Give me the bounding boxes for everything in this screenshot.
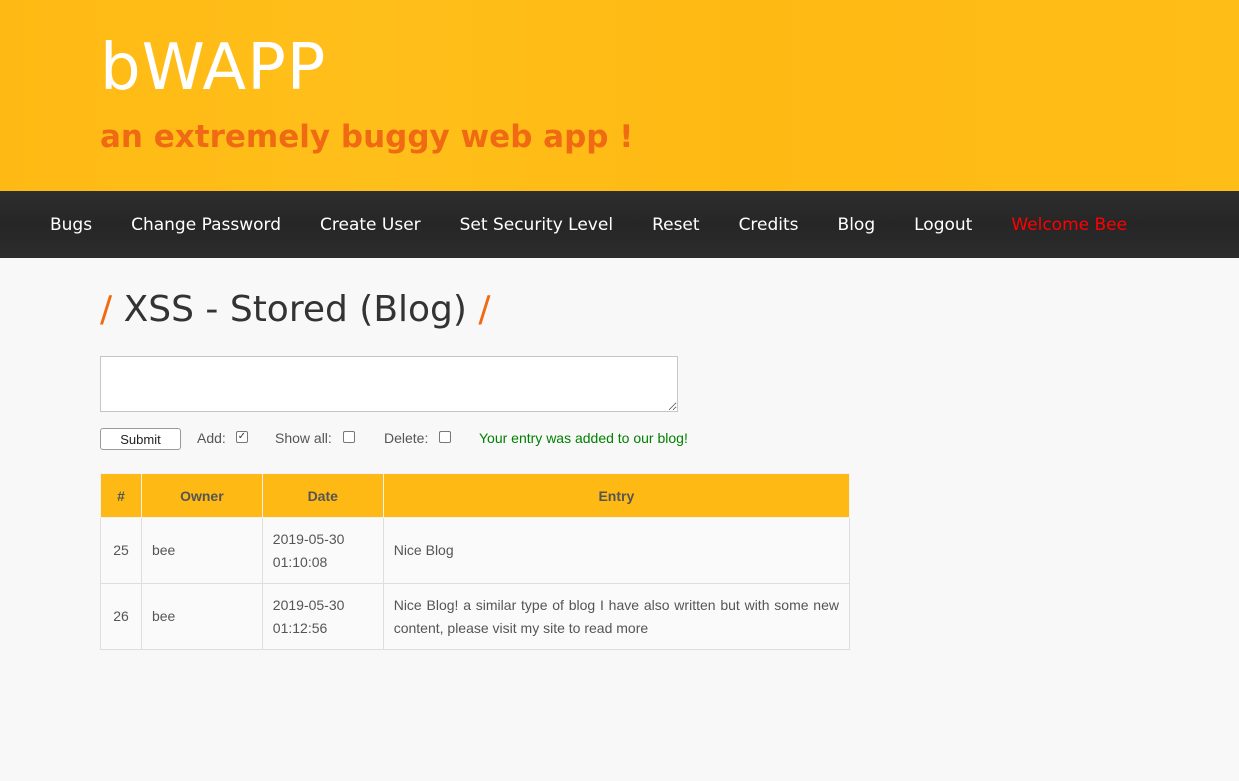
menu-item-logout[interactable]: Logout [914, 215, 972, 235]
row-date: 2019-05-30 01:10:08 [261, 517, 384, 584]
row-owner: bee [140, 517, 263, 584]
row-entry: Nice Blog! a similar type of blog I have… [382, 583, 851, 650]
delete-checkbox[interactable] [439, 431, 451, 443]
row-date-time: 01:12:56 [272, 619, 328, 636]
row-date-time: 01:10:08 [272, 553, 328, 570]
menu-item-set-security-level[interactable]: Set Security Level [460, 215, 613, 235]
row-owner: bee [140, 583, 263, 650]
table-row: 25 bee 2019-05-30 01:10:08 Nice Blog [100, 517, 851, 584]
table-row: 26 bee 2019-05-30 01:12:56 Nice Blog! a s… [100, 583, 851, 650]
site-subtitle: an extremely buggy web app ! [100, 119, 634, 155]
row-date-day: 2019-05-30 [272, 530, 345, 547]
menu-item-change-password[interactable]: Change Password [131, 215, 281, 235]
show-all-label: Show all: [275, 430, 332, 446]
blog-controls: Submit Add: ✓ Show all: Delete: Your ent… [100, 428, 900, 450]
col-header-owner: Owner [140, 473, 263, 518]
title-slash-left: / [100, 289, 113, 330]
row-entry: Nice Blog [382, 517, 851, 584]
title-slash-right: / [478, 289, 491, 330]
menu-item-create-user[interactable]: Create User [320, 215, 421, 235]
row-id: 25 [100, 517, 142, 584]
site-header: bWAPP an extremely buggy web app ! [0, 0, 1239, 191]
delete-label: Delete: [384, 430, 429, 446]
blog-entry-textarea[interactable] [100, 356, 678, 412]
add-label: Add: [197, 430, 226, 446]
menu-item-reset[interactable]: Reset [652, 215, 700, 235]
site-logo-title: bWAPP [100, 31, 327, 105]
page-title-text: XSS - Stored (Blog) [123, 289, 467, 330]
col-header-entry: Entry [382, 473, 851, 518]
main-menu: Bugs Change Password Create User Set Sec… [0, 191, 1239, 258]
status-message: Your entry was added to our blog! [479, 430, 688, 446]
welcome-user-link[interactable]: Welcome Bee [1011, 215, 1127, 235]
menu-item-credits[interactable]: Credits [739, 215, 799, 235]
row-date-day: 2019-05-30 [272, 596, 345, 613]
col-header-number: # [100, 473, 142, 518]
row-date: 2019-05-30 01:12:56 [261, 583, 384, 650]
add-checkbox[interactable]: ✓ [236, 431, 248, 443]
menu-item-blog[interactable]: Blog [838, 215, 876, 235]
submit-button[interactable]: Submit [100, 428, 181, 450]
col-header-date: Date [261, 473, 384, 518]
show-all-checkbox[interactable] [343, 431, 355, 443]
blog-table: # Owner Date Entry 25 bee 2019-05-30 01:1… [100, 473, 851, 650]
table-header-row: # Owner Date Entry [100, 473, 851, 518]
menu-item-bugs[interactable]: Bugs [50, 215, 92, 235]
row-id: 26 [100, 583, 142, 650]
page-title: / XSS - Stored (Blog) / [100, 290, 491, 330]
